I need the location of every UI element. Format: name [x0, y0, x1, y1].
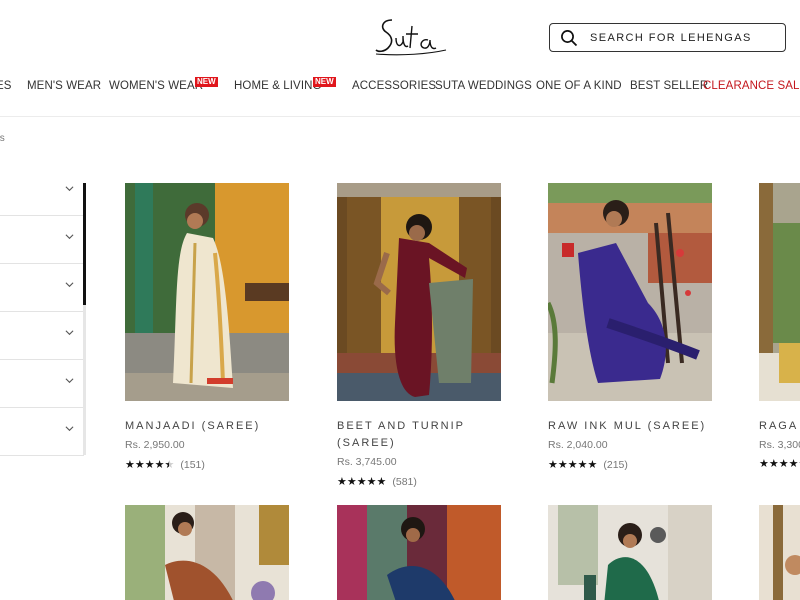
chevron-down-icon[interactable]	[65, 376, 74, 385]
nav-item-mens-wear[interactable]: MEN'S WEAR	[27, 80, 101, 92]
star-icon: ★	[346, 475, 357, 488]
product-price: Rs. 2,950.00	[125, 439, 185, 451]
nav-item-accessories[interactable]: ACCESSORIES	[352, 80, 436, 92]
product-image[interactable]	[337, 183, 501, 401]
product-rating: ★★★★★ (151)	[125, 459, 289, 471]
nav-item-one-of-a-kind[interactable]: ONE OF A KIND	[536, 80, 622, 92]
star-rating: ★★★★★	[548, 458, 598, 471]
product-price: Rs. 3,300	[759, 439, 800, 451]
nav-item-best-seller[interactable]: BEST SELLER	[630, 80, 708, 92]
chevron-down-icon[interactable]	[65, 328, 74, 337]
new-badge: NEW	[195, 77, 218, 87]
product-image[interactable]	[125, 183, 289, 401]
star-icon: ★	[366, 475, 377, 488]
chevron-down-icon[interactable]	[65, 424, 74, 433]
star-icon: ★	[144, 458, 155, 471]
suta-logo-mark	[375, 19, 447, 56]
nav-item-home-living[interactable]: HOME & LIVING	[234, 80, 322, 92]
product-image[interactable]	[759, 183, 800, 401]
product-image[interactable]	[125, 505, 289, 600]
search-icon[interactable]	[560, 29, 578, 47]
filter-group[interactable]	[0, 168, 84, 216]
star-rating: ★★★★★	[337, 475, 387, 488]
nav-item-suta-weddings[interactable]: SUTA WEDDINGS	[435, 80, 532, 92]
product-image[interactable]	[548, 505, 712, 600]
breadcrumb[interactable]: ts	[0, 133, 5, 144]
product-image[interactable]	[548, 183, 712, 401]
nav-item-clearance-sale[interactable]: CLEARANCE SALE	[703, 80, 800, 92]
filter-group[interactable]	[0, 312, 84, 360]
product-rating: ★ ★ ★ ★ ★ (581)	[337, 476, 501, 488]
product-name[interactable]: RAW INK MUL (SAREE)	[548, 418, 712, 435]
star-icon: ★	[557, 458, 568, 471]
product-rating: ★ ★ ★ ★ ★ (215)	[548, 459, 712, 471]
product-card[interactable]: RAW INK MUL (SAREE) Rs. 2,040.00 ★ ★ ★ ★ ★ (…	[548, 183, 712, 471]
new-badge: NEW	[313, 77, 336, 87]
star-icon: ★	[154, 458, 165, 471]
suta-logo[interactable]	[372, 14, 448, 60]
product-price: Rs. 3,745.00	[337, 456, 397, 468]
filter-group[interactable]	[0, 408, 84, 456]
chevron-down-icon[interactable]	[65, 280, 74, 289]
star-icon: ★	[759, 458, 769, 470]
star-icon: ★	[356, 475, 367, 488]
product-name[interactable]: MANJAADI (SAREE)	[125, 418, 289, 435]
product-price: Rs. 2,040.00	[548, 439, 608, 451]
star-icon: ★	[788, 458, 799, 470]
star-icon: ★	[337, 475, 347, 488]
product-name[interactable]: RAGA	[759, 418, 800, 435]
nav-item-womens-wear[interactable]: WOMEN'S WEAR	[109, 80, 203, 92]
search-box[interactable]	[549, 23, 786, 52]
star-icon: ★	[768, 458, 779, 470]
review-count[interactable]: (151)	[180, 459, 205, 471]
review-count[interactable]: (215)	[603, 459, 628, 471]
product-card[interactable]: MANJAADI (SAREE) Rs. 2,950.00 ★★★★★ (151…	[125, 183, 289, 471]
star-rating: ★★★★★	[759, 459, 800, 470]
product-name[interactable]: BEET AND TURNIP (SAREE)	[337, 418, 501, 452]
half-star-icon: ★	[165, 459, 175, 471]
product-image[interactable]	[337, 505, 501, 600]
star-icon: ★	[587, 458, 598, 471]
star-icon: ★	[376, 475, 387, 488]
product-image[interactable]	[759, 505, 800, 600]
nav-item-partial[interactable]: ES	[0, 80, 12, 92]
product-rating: ★★★★★	[759, 459, 800, 470]
product-card[interactable]: BEET AND TURNIP (SAREE) Rs. 3,745.00 ★ ★ ★…	[337, 183, 501, 488]
star-icon: ★	[134, 458, 145, 471]
star-icon: ★	[548, 458, 558, 471]
filter-group[interactable]	[0, 264, 84, 312]
search-input[interactable]	[590, 31, 780, 44]
star-rating: ★★★★★	[125, 458, 175, 471]
filter-group[interactable]	[0, 216, 84, 264]
star-icon: ★	[778, 458, 789, 470]
nav-divider	[0, 116, 800, 117]
product-card[interactable]: RAGA Rs. 3,300 ★★★★★	[759, 183, 800, 470]
review-count[interactable]: (581)	[392, 476, 417, 488]
star-icon: ★	[577, 458, 588, 471]
filter-group[interactable]	[0, 360, 84, 408]
star-icon: ★	[125, 458, 135, 471]
chevron-down-icon[interactable]	[65, 232, 74, 241]
filter-scrollbar-thumb[interactable]	[83, 183, 86, 305]
chevron-down-icon[interactable]	[65, 184, 74, 193]
star-icon: ★	[567, 458, 578, 471]
